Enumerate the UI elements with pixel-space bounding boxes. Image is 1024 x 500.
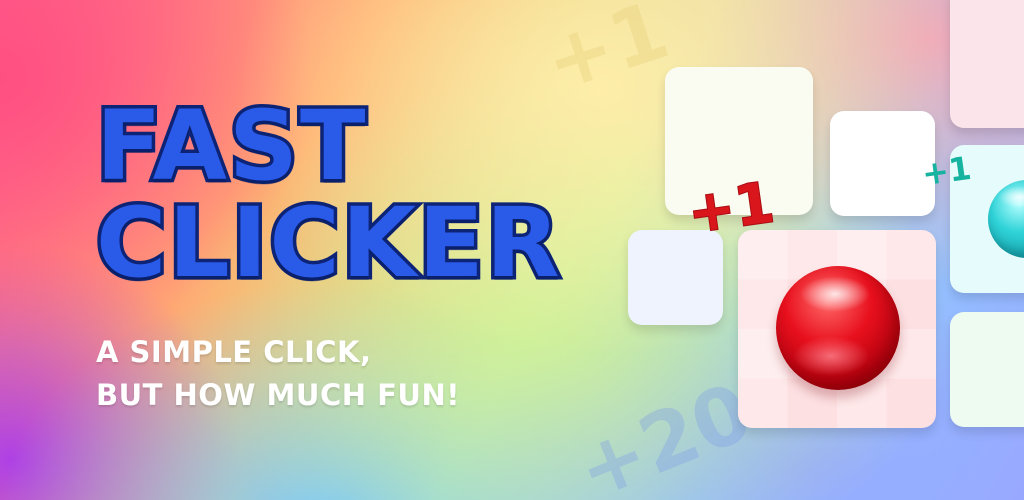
score-popup-red: +1: [683, 169, 779, 247]
background-plus-one: +1: [533, 0, 680, 110]
tile-small-white[interactable]: [830, 111, 935, 216]
title-line-1: FAST: [92, 90, 368, 202]
tile-top-right[interactable]: [950, 0, 1024, 128]
red-ball-shine: [800, 276, 870, 312]
game-banner: +1 +20 FAST CLICKER A SIMPLE CLICK, BUT …: [0, 0, 1024, 500]
score-popup-teal: +1: [919, 148, 974, 194]
background-plus-twenty: +20: [564, 364, 765, 500]
title-line-2: CLICKER: [93, 187, 564, 299]
tile-bottom-right[interactable]: [950, 312, 1024, 427]
tagline-line-1: A SIMPLE CLICK,: [96, 335, 372, 369]
tagline-line-2: BUT HOW MUCH FUN!: [96, 378, 460, 412]
